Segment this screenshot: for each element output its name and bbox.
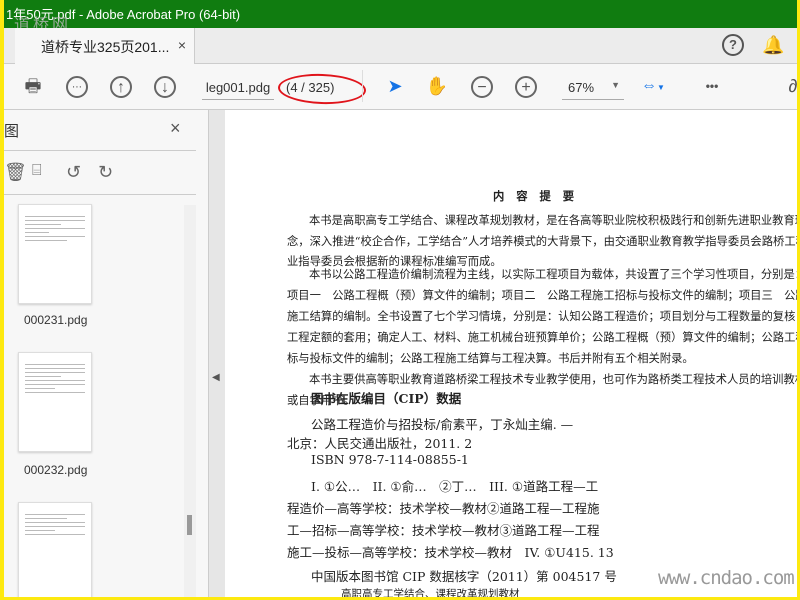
collapse-arrow-icon[interactable]: ◀ (212, 372, 220, 383)
tab-label: 道桥专业325页201... (41, 39, 170, 55)
rotate-left-icon[interactable]: ↺ (66, 162, 81, 183)
thumbnail-label: 000232.pdg (24, 463, 88, 477)
site-watermark: www.cndao.com (658, 567, 795, 589)
tab-row: 道桥专业325页201... × ? 🔔 (4, 28, 797, 64)
zoom-in-icon[interactable]: + (515, 76, 537, 98)
fit-page-icon[interactable]: ⇔▼ (640, 74, 666, 100)
zoom-value: 67% (568, 80, 595, 95)
page-label-input[interactable]: leg001.pdg (202, 76, 274, 100)
body-text-line: 念，深入推进“校企合作，工学结合”人才培养模式的大背景下，由交通职业教育教学指导… (287, 235, 797, 248)
page-thumbnails-panel: 图 × 🗑 ⌸ ↺ ↻ 000231.pdg 000232.pdg (4, 110, 209, 597)
cip-text-line: 施工—投标—高等学校：技术学校—教材 IV. ①U415. 13 (287, 545, 614, 560)
page-heading: 内 容 提 要 (493, 189, 578, 203)
more-tools-icon[interactable]: ••• (699, 74, 725, 100)
bell-icon[interactable]: 🔔 (762, 34, 784, 56)
divider (4, 150, 196, 151)
document-tab[interactable]: 道桥专业325页201... × (15, 28, 195, 64)
cip-text-line: 公路工程造价与招投标/俞素平，丁永灿主编. — (311, 417, 574, 432)
red-annotation-ellipse (277, 72, 367, 106)
cip-text-line: 工—招标—高等学校：技术学校—教材③道路工程—工程 (287, 523, 600, 538)
body-text-line: 工程定额的套用；确定人工、材料、施工机械台班预算单价；公路工程概（预）算文件的编… (287, 331, 797, 344)
body-text-line: 标与投标文件的编制；公路工程施工结算与工程决算。书后并附有五个相关附录。 (287, 352, 694, 365)
page-thumbnail[interactable] (18, 352, 92, 452)
select-cursor-icon[interactable]: ➤ (382, 74, 408, 100)
pdf-page: 内 容 提 要 本书是高职高专工学结合、课程改革规划教材，是在各高等职业院校积极… (225, 110, 797, 597)
close-tab-icon[interactable]: × (178, 37, 186, 53)
cip-text-line: ISBN 978-7-114-08855-1 (311, 452, 469, 467)
link-icon[interactable]: ∂ (780, 74, 797, 100)
thumbnail-label: 000231.pdg (24, 313, 88, 327)
panel-title: 图 (4, 123, 20, 140)
cip-text-line: 北京：人民交通出版社，2011. 2 (287, 436, 473, 451)
zoom-level-select[interactable]: 67% ▼ (562, 78, 624, 100)
delete-icon[interactable]: 🗑 (4, 162, 27, 183)
body-text-line: 本书主要供高等职业教育道路桥梁工程技术专业教学使用，也可作为路桥类工程技术人员的… (309, 373, 797, 386)
next-page-icon[interactable]: ↓ (154, 76, 176, 98)
cip-text-line: 程造价—高等学校：技术学校—教材②道路工程—工程施 (287, 501, 600, 516)
chevron-down-icon: ▼ (611, 80, 620, 90)
hand-tool-icon[interactable]: ✋ (424, 74, 450, 100)
cip-text-line: 中国版本图书馆 CIP 数据核字（2011）第 004517 号 (311, 569, 617, 584)
body-text-line: 本书以公路工程造价编制流程为主线，以实际工程项目为载体，共设置了三个学习性项目，… (309, 268, 797, 281)
toolbar: 🖶 ⋯ ↑ ↓ leg001.pdg (4 / 325) ➤ ✋ − + 67%… (4, 64, 797, 110)
body-text-line: 项目一 公路工程概（预）算文件的编制；项目二 公路工程施工招标与投标文件的编制；… (287, 289, 797, 302)
scrollbar-thumb[interactable] (187, 515, 192, 535)
print-icon[interactable]: 🖶 (20, 74, 46, 100)
acrobat-window: 1年50元.pdf - Adobe Acrobat Pro (64-bit) 道… (4, 0, 797, 597)
body-text-line: 施工结算的编制。全书设置了七个学习情境，分别是：认知公路工程造价；项目划分与工程… (287, 310, 797, 323)
previous-page-icon[interactable]: ↑ (110, 76, 132, 98)
close-panel-icon[interactable]: × (170, 118, 181, 139)
page-thumbnail[interactable] (18, 204, 92, 304)
page-thumbnail[interactable] (18, 502, 92, 597)
zoom-out-icon[interactable]: − (471, 76, 493, 98)
rotate-right-icon[interactable]: ↻ (98, 162, 113, 183)
panel-collapse-handle[interactable]: ◀ (209, 110, 225, 597)
cip-title: 图书在版编目（CIP）数据 (311, 391, 462, 406)
thumbnail-scrollbar[interactable] (184, 205, 196, 597)
extract-page-icon[interactable]: ⌸ (32, 162, 42, 180)
search-zoom-icon[interactable]: ⋯ (66, 76, 88, 98)
toolbar-divider (362, 70, 363, 102)
divider (4, 194, 196, 195)
cip-text-line: 高职高专工学结合、课程改革规划教材 (341, 588, 520, 597)
cip-text-line: I. ①公… II. ①俞… ②丁… III. ①道路工程—工 (311, 479, 599, 494)
title-bar: 1年50元.pdf - Adobe Acrobat Pro (64-bit) (4, 0, 797, 28)
help-icon[interactable]: ? (722, 34, 744, 56)
body-text-line: 本书是高职高专工学结合、课程改革规划教材，是在各高等职业院校积极践行和创新先进职… (309, 214, 797, 227)
